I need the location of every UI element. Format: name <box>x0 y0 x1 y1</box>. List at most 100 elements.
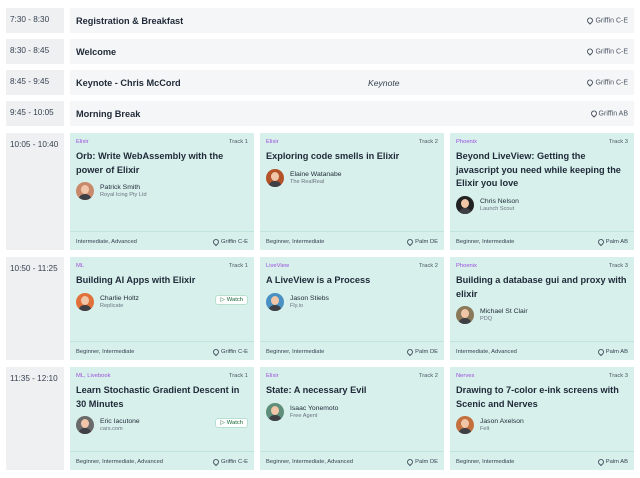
speaker-avatar <box>76 292 94 311</box>
time-slot: 11:35 - 12:10 <box>6 367 64 470</box>
talk-card[interactable]: ML Track 1 Building AI Apps with Elixir … <box>70 257 254 360</box>
item-title: Morning Break <box>76 108 141 119</box>
speaker[interactable]: Elaine Watanabe The RealReal <box>266 168 438 187</box>
speaker-company: Fly.io <box>290 302 303 309</box>
speaker[interactable]: Patrick Smith Royal Icing Pty Ltd <box>76 182 248 201</box>
speaker-avatar <box>456 306 474 325</box>
time-slot: 9:45 - 10:05 <box>6 101 64 126</box>
talk-level: Beginner, Intermediate, Advanced <box>76 459 164 465</box>
talk-track: Track 2 <box>418 263 438 269</box>
session-row: 11:35 - 12:10 ML, Livebook Track 1 Learn… <box>6 367 634 470</box>
talk-card[interactable]: Phoenix Track 3 Building a database gui … <box>450 257 634 360</box>
speaker-avatar <box>76 416 94 435</box>
talk-card[interactable]: ML, Livebook Track 1 Learn Stochastic Gr… <box>70 367 254 470</box>
schedule-item[interactable]: Registration & Breakfast Griffin C-E <box>70 8 634 33</box>
talk-card[interactable]: Nerves Track 3 Drawing to 7-color e-ink … <box>450 367 634 470</box>
item-location: Griffin C-E <box>586 78 628 87</box>
speaker-name: Jason Axelson <box>480 418 524 426</box>
speaker[interactable]: Jason Axelson Felt <box>456 416 628 435</box>
speaker[interactable]: Michael St Clair PDQ <box>456 306 628 325</box>
divider <box>70 341 254 342</box>
schedule-row-keynote: 8:45 - 9:45 Keynote - Chris McCord Keyno… <box>6 70 634 95</box>
talk-location: Griffin C-E <box>211 347 248 357</box>
speaker-company: Replicate <box>100 302 124 309</box>
schedule-row-welcome: 8:30 - 8:45 Welcome Griffin C-E <box>6 39 634 64</box>
speaker-avatar <box>266 292 284 311</box>
speaker-name: Charlie Holtz <box>100 294 139 302</box>
schedule-item[interactable]: Morning Break Griffin AB <box>70 101 634 126</box>
talk-track: Track 2 <box>418 139 438 145</box>
speaker-company: PDQ <box>480 316 493 323</box>
location-pin-icon <box>589 109 598 118</box>
location-pin-icon <box>211 457 221 467</box>
talk-tag: Elixir <box>266 373 279 379</box>
talk-card[interactable]: Elixir Track 2 Exploring code smells in … <box>260 133 444 250</box>
talk-level: Beginner, Intermediate, Advanced <box>266 459 354 465</box>
talk-location: Palm AB <box>596 237 628 247</box>
talk-title[interactable]: State: A necessary Evil <box>266 384 438 398</box>
talk-location: Griffin C-E <box>211 237 248 247</box>
speaker[interactable]: Chris Nelson Launch Scout <box>456 195 628 214</box>
location-pin-icon <box>405 457 415 467</box>
location-pin-icon <box>596 347 606 357</box>
talk-level: Beginner, Intermediate <box>266 349 325 355</box>
watch-button[interactable]: ▷ Watch <box>215 418 248 429</box>
talk-title[interactable]: Exploring code smells in Elixir <box>266 150 438 164</box>
schedule-item[interactable]: Welcome Griffin C-E <box>70 39 634 64</box>
talk-title[interactable]: Building a database gui and proxy with e… <box>456 274 628 301</box>
talk-title[interactable]: Building AI Apps with Elixir <box>76 274 248 288</box>
location-pin-icon <box>211 347 221 357</box>
item-category: Keynote <box>368 77 400 88</box>
talk-level: Intermediate, Advanced <box>456 349 517 355</box>
item-location: Griffin AB <box>589 109 628 118</box>
divider <box>70 451 254 452</box>
location-pin-icon <box>405 347 415 357</box>
schedule-row-registration: 7:30 - 8:30 Registration & Breakfast Gri… <box>6 8 634 33</box>
speaker[interactable]: Eric Iacutone cars.com ▷ Watch <box>76 416 248 435</box>
divider <box>450 451 634 452</box>
location-pin-icon <box>586 47 595 56</box>
talk-level: Beginner, Intermediate <box>456 459 515 465</box>
location-pin-icon <box>586 16 595 25</box>
speaker[interactable]: Jason Stiebs Fly.io <box>266 292 438 311</box>
talk-title[interactable]: Learn Stochastic Gradient Descent in 30 … <box>76 384 248 411</box>
talk-title[interactable]: Orb: Write WebAssembly with the power of… <box>76 150 248 177</box>
watch-button[interactable]: ▷ Watch <box>215 294 248 305</box>
talk-location: Griffin C-E <box>211 457 248 467</box>
talk-title[interactable]: A LiveView is a Process <box>266 274 438 288</box>
divider <box>260 451 444 452</box>
speaker-avatar <box>266 168 284 187</box>
talk-tag: Nerves <box>456 373 475 379</box>
schedule-item[interactable]: Keynote - Chris McCord Keynote Griffin C… <box>70 70 634 95</box>
talk-card[interactable]: LiveView Track 2 A LiveView is a Process… <box>260 257 444 360</box>
divider <box>260 341 444 342</box>
talk-location: Palm DE <box>405 457 438 467</box>
talk-card[interactable]: Phoenix Track 3 Beyond LiveView: Getting… <box>450 133 634 250</box>
divider <box>260 231 444 232</box>
talk-location: Palm DE <box>405 347 438 357</box>
talk-tag: LiveView <box>266 263 290 269</box>
talk-level: Beginner, Intermediate <box>76 349 135 355</box>
talk-card[interactable]: Elixir Track 1 Orb: Write WebAssembly wi… <box>70 133 254 250</box>
talk-tag: Phoenix <box>456 139 477 145</box>
talk-tag: ML <box>76 263 85 269</box>
talk-card[interactable]: Elixir Track 2 State: A necessary Evil I… <box>260 367 444 470</box>
speaker-company: cars.com <box>100 426 123 433</box>
divider <box>450 341 634 342</box>
talk-level: Beginner, Intermediate <box>266 239 325 245</box>
talk-title[interactable]: Beyond LiveView: Getting the javascript … <box>456 150 628 191</box>
speaker-name: Chris Nelson <box>480 197 519 205</box>
speaker[interactable]: Charlie Holtz Replicate ▷ Watch <box>76 292 248 311</box>
talk-title[interactable]: Drawing to 7-color e-ink screens with Sc… <box>456 384 628 411</box>
item-location: Griffin C-E <box>586 47 628 56</box>
time-slot: 8:30 - 8:45 <box>6 39 64 64</box>
location-pin-icon <box>596 237 606 247</box>
speaker[interactable]: Isaac Yonemoto Free Agent <box>266 402 438 421</box>
time-slot: 8:45 - 9:45 <box>6 70 64 95</box>
talk-location: Palm AB <box>596 457 628 467</box>
talk-track: Track 3 <box>608 263 628 269</box>
speaker-name: Patrick Smith <box>100 184 141 192</box>
speaker-avatar <box>76 182 94 201</box>
location-pin-icon <box>596 457 606 467</box>
talk-level: Beginner, Intermediate <box>456 239 515 245</box>
